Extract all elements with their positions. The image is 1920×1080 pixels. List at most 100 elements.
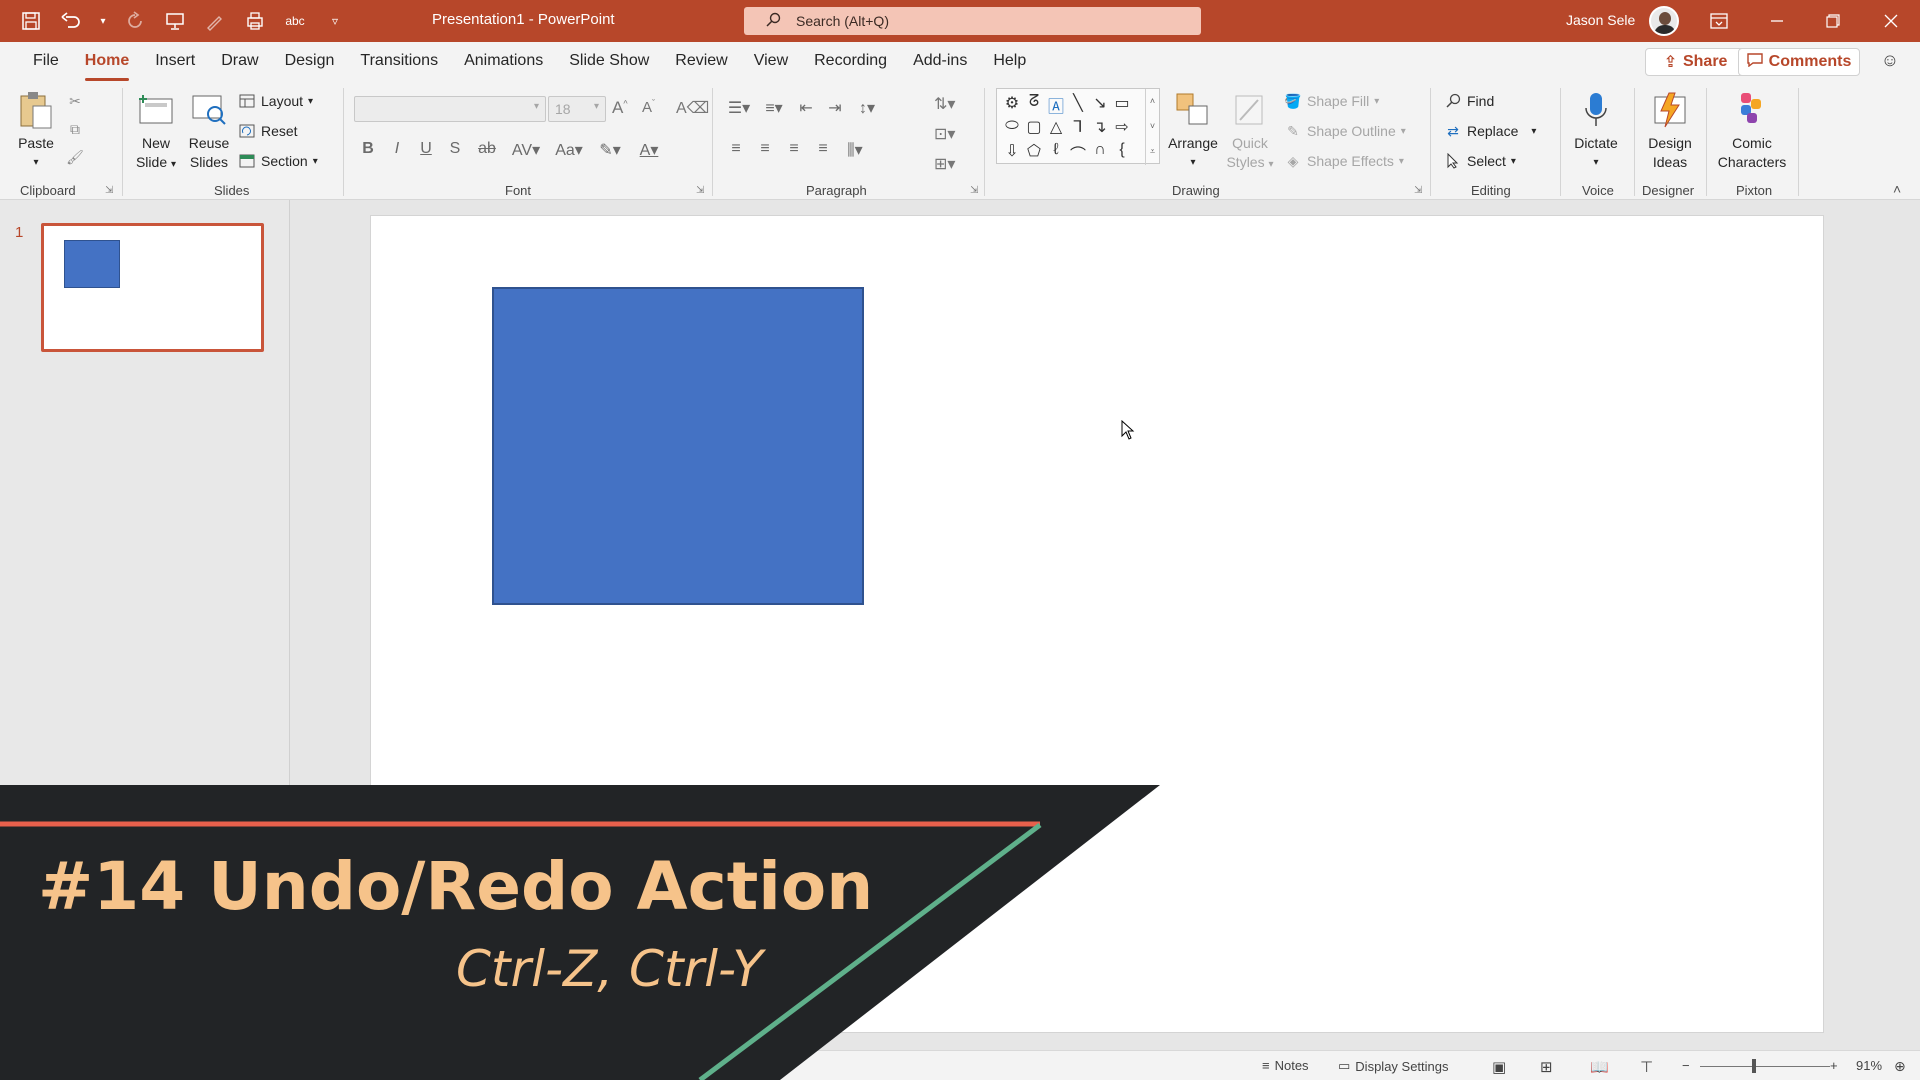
smartart-icon[interactable]: ⊞▾ [934,154,955,174]
notes-button[interactable]: ≡ Notes [1262,1058,1309,1073]
shape-elbow-arrow-icon[interactable]: ↴ [1089,117,1111,141]
arrange-button[interactable]: Arrange ▾ [1166,90,1220,172]
shape-oval-icon[interactable]: ⬭ [1001,117,1023,141]
shape-outline-button[interactable]: ✎ Shape Outline ▾ [1284,120,1406,142]
shape-rectangle-icon[interactable]: ▭ [1111,93,1133,117]
align-right-icon[interactable]: ≡ [784,140,804,160]
collapse-ribbon-icon[interactable]: ˄ [1893,181,1901,197]
tab-home[interactable]: Home [72,52,142,81]
tab-review[interactable]: Review [662,52,740,78]
shape-textbox-icon[interactable]: 🄰 [1045,93,1067,117]
slide-thumbnail[interactable] [41,223,264,352]
copy-icon[interactable]: ⧉ [66,120,84,138]
increase-indent-icon[interactable]: ⇥ [825,98,845,118]
shape-fill-button[interactable]: 🪣 Shape Fill ▾ [1284,90,1379,112]
bullets-icon[interactable]: ☰▾ [726,98,752,118]
shape-rounded-rect-icon[interactable]: ▢ [1023,117,1045,141]
align-center-icon[interactable]: ≡ [755,140,775,160]
drawing-launcher-icon[interactable]: ⇲ [1414,185,1422,196]
columns-icon[interactable]: ⫼▾ [842,140,868,160]
tab-transitions[interactable]: Transitions [347,52,451,78]
tab-add-ins[interactable]: Add-ins [900,52,980,78]
blue-rectangle-shape[interactable] [492,287,864,605]
find-button[interactable]: Find [1444,90,1494,112]
decrease-indent-icon[interactable]: ⇤ [796,98,816,118]
replace-button[interactable]: ⇄ Replace ▾ [1444,120,1536,142]
shape-curve-icon[interactable]: ᘔ [1023,93,1045,117]
text-direction-icon[interactable]: ⇅▾ [934,94,955,114]
design-ideas-button[interactable]: Design Ideas [1640,90,1700,172]
minimize-icon[interactable] [1764,8,1790,34]
highlight-icon[interactable]: ✎▾ [595,140,625,160]
shadow-button[interactable]: S [445,140,465,160]
grow-font-icon[interactable]: A^ [612,98,628,118]
shapes-gallery[interactable]: ⚙ ᘔ 🄰 ╲ ↘ ▭ ⬭ ▢ △ ⅂ ↴ ⇨ ⇩ ⬠ ℓ ⌒ ∩ { ˄ ˅ ⩡ [996,88,1160,165]
reset-button[interactable]: Reset [238,120,298,142]
fit-to-window-icon[interactable]: ⊕ [1894,1058,1906,1075]
font-name-dropdown[interactable]: ▾ [354,96,546,122]
justify-icon[interactable]: ≡ [813,140,833,160]
section-button[interactable]: Section ▾ [238,150,318,172]
normal-view-icon[interactable]: ▣ [1492,1058,1506,1076]
paragraph-launcher-icon[interactable]: ⇲ [970,185,978,196]
italic-button[interactable]: I [387,140,407,160]
tab-recording[interactable]: Recording [801,52,900,78]
spelling-icon[interactable]: abc [282,8,308,34]
save-icon[interactable] [18,8,44,34]
undo-dropdown-icon[interactable]: ▾ [98,8,108,34]
reading-view-icon[interactable]: 📖 [1590,1058,1609,1076]
shape-scribble-icon[interactable]: ℓ [1045,141,1067,165]
feedback-smiley-icon[interactable]: ☺ [1878,50,1902,74]
tab-draw[interactable]: Draw [208,52,271,78]
shape-line-icon[interactable]: ╲ [1067,93,1089,117]
shape-arrow-line-icon[interactable]: ↘ [1089,93,1111,117]
shape-brace-icon[interactable]: { [1111,141,1133,165]
avatar[interactable] [1649,6,1679,36]
shape-triangle-icon[interactable]: △ [1045,117,1067,141]
tab-help[interactable]: Help [980,52,1039,78]
zoom-in-button[interactable]: + [1830,1058,1838,1073]
tab-animations[interactable]: Animations [451,52,556,78]
ribbon-display-options-icon[interactable] [1706,8,1732,34]
tab-slide-show[interactable]: Slide Show [556,52,662,78]
shape-right-arrow-icon[interactable]: ⇨ [1111,117,1133,141]
display-settings-button[interactable]: ▭ Display Settings [1338,1058,1449,1074]
clipboard-launcher-icon[interactable]: ⇲ [105,185,113,196]
restore-icon[interactable] [1820,8,1846,34]
pen-icon[interactable] [202,8,228,34]
present-icon[interactable] [162,8,188,34]
shape-arc-icon[interactable]: ⌒ [1067,141,1089,165]
shape-down-arrow-icon[interactable]: ⇩ [1001,141,1023,165]
redo-icon[interactable] [122,8,148,34]
numbering-icon[interactable]: ≡▾ [761,98,787,118]
shape-curve-2-icon[interactable]: ∩ [1089,141,1111,165]
font-color-icon[interactable]: A▾ [634,140,664,160]
shapes-scroll[interactable]: ˄ ˅ ⩡ [1145,89,1159,165]
new-slide-button[interactable]: New Slide ▾ [128,90,184,174]
user-name[interactable]: Jason Sele [1566,12,1635,28]
tab-design[interactable]: Design [272,52,348,78]
zoom-slider-track[interactable] [1700,1066,1830,1067]
shape-elbow-icon[interactable]: ⅂ [1067,117,1089,141]
zoom-out-button[interactable]: − [1682,1058,1690,1073]
comments-button[interactable]: Comments [1738,48,1860,76]
undo-icon[interactable] [58,8,84,34]
tab-view[interactable]: View [741,52,801,78]
close-icon[interactable] [1878,8,1904,34]
select-button[interactable]: Select ▾ [1444,150,1516,172]
shrink-font-icon[interactable]: Aˇ [642,98,655,116]
character-spacing-icon[interactable]: AV▾ [509,140,543,160]
zoom-slider-thumb[interactable] [1752,1059,1756,1073]
shape-freeform-icon[interactable]: ⬠ [1023,141,1045,165]
comic-characters-button[interactable]: Comic Characters [1712,90,1792,172]
bold-button[interactable]: B [358,140,378,160]
line-spacing-icon[interactable]: ↕▾ [854,98,880,118]
tab-insert[interactable]: Insert [142,52,208,78]
customize-qat-icon[interactable]: ▿ [322,8,348,34]
search-box[interactable]: Search (Alt+Q) [744,7,1201,35]
slideshow-view-icon[interactable]: ⊤ [1640,1058,1653,1076]
slide-sorter-icon[interactable]: ⊞ [1540,1058,1553,1076]
shape-gear-icon[interactable]: ⚙ [1001,93,1023,117]
print-preview-icon[interactable] [242,8,268,34]
reuse-slides-button[interactable]: Reuse Slides [184,90,234,172]
